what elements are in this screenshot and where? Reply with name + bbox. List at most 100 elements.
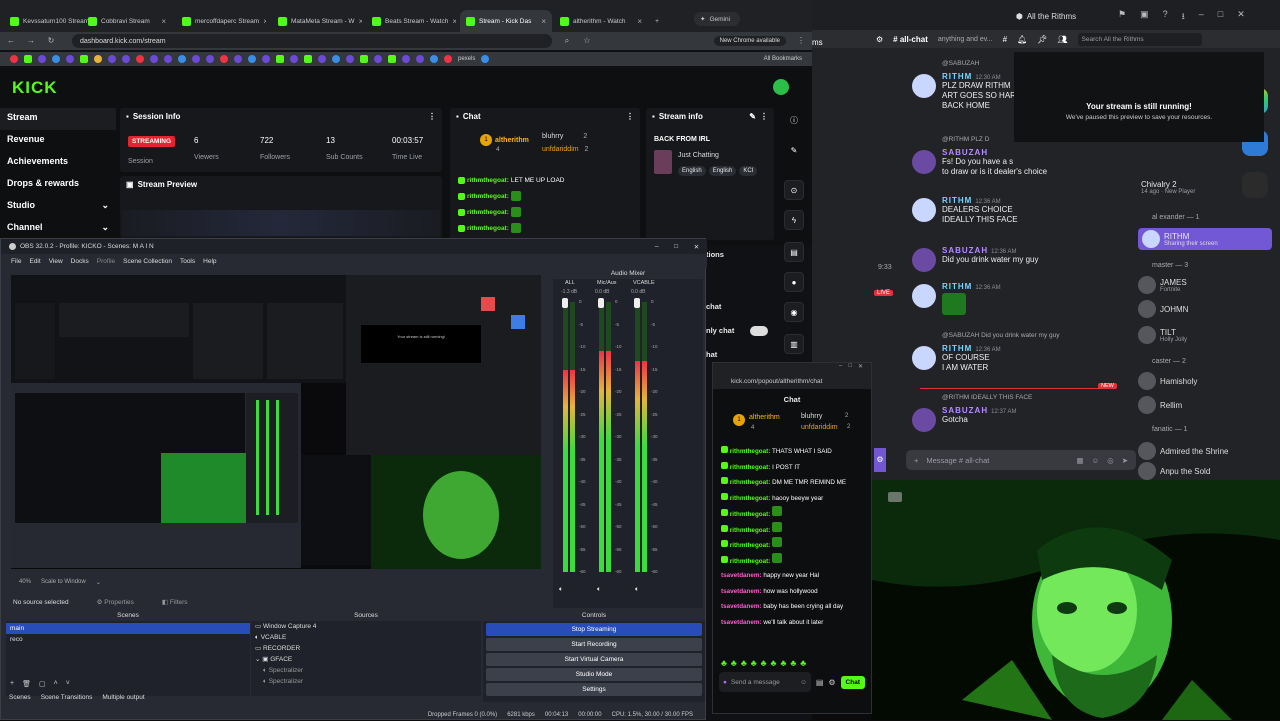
emote-icon[interactable]: ♣ <box>721 658 727 668</box>
forward-icon[interactable]: → <box>26 36 36 46</box>
emote-icon[interactable]: ♣ <box>741 658 747 668</box>
avatar[interactable] <box>773 79 789 95</box>
bookmark-icon[interactable] <box>66 55 74 63</box>
bookmark-icon[interactable] <box>360 55 368 63</box>
avatar[interactable] <box>912 74 936 98</box>
gift-icon[interactable]: ▦ <box>1076 456 1083 465</box>
inventory-icon[interactable]: ▤ <box>816 678 824 687</box>
bookmark-icon[interactable] <box>94 55 102 63</box>
chat-input[interactable]: ● Send a message ☺ <box>719 672 811 692</box>
nav-revenue[interactable]: Revenue <box>0 130 116 152</box>
emoji-icon[interactable]: ☺ <box>800 679 807 686</box>
menu-icon[interactable]: ⋮ <box>796 36 806 46</box>
bookmark-icon[interactable] <box>164 55 172 63</box>
all-bookmarks[interactable]: All Bookmarks <box>764 56 802 62</box>
member-item[interactable]: Rellim <box>1138 396 1182 414</box>
new-tab-button[interactable]: + <box>650 10 664 32</box>
mute-icon[interactable]: 🔈︎ <box>597 586 601 594</box>
search-input[interactable]: Search All the Rithms <box>1077 32 1202 46</box>
emote-icon[interactable]: ♣ <box>780 658 786 668</box>
volume-fader[interactable] <box>634 298 640 308</box>
lightning-icon[interactable]: ϟ <box>784 210 804 230</box>
close-icon[interactable]: × <box>452 17 456 26</box>
volume-fader[interactable] <box>598 298 604 308</box>
bookmark-icon[interactable] <box>332 55 340 63</box>
member-item[interactable]: JAMES Fortnite <box>1138 276 1187 294</box>
close-icon[interactable]: × <box>541 17 546 26</box>
browser-tab-3[interactable]: MataMeta Stream - W × <box>272 10 362 32</box>
emote-icon[interactable]: ♣ <box>751 658 757 668</box>
close-icon[interactable]: × <box>637 17 642 26</box>
send-icon[interactable]: ➤ <box>1122 456 1128 465</box>
emote-icon[interactable]: ♣ <box>771 658 777 668</box>
toggle-switch[interactable] <box>750 326 768 336</box>
member-item[interactable]: JOHMN <box>1138 300 1188 318</box>
more-icon[interactable]: ⋮ <box>428 112 436 121</box>
help-icon[interactable]: ? <box>1163 9 1168 25</box>
maximize-icon[interactable]: □ <box>1218 9 1223 25</box>
threads-icon[interactable]: ⚙ <box>876 35 883 44</box>
browser-tab-0[interactable]: Kevssaturn100 Stream× <box>4 10 90 32</box>
bookmark-icon[interactable] <box>416 55 424 63</box>
bookmark-icon[interactable] <box>304 55 312 63</box>
tag[interactable]: English <box>708 166 737 176</box>
trash-icon[interactable]: 🗑︎ <box>22 680 31 688</box>
maximize-icon[interactable]: □ <box>674 243 678 251</box>
emote-icon[interactable]: ♣ <box>800 658 806 668</box>
nav-studio[interactable]: Studio ⌄ <box>0 196 116 218</box>
members-icon[interactable]: 👥︎ <box>1057 35 1067 44</box>
sticker-icon[interactable]: ◎ <box>1107 456 1114 465</box>
chevron-down-icon[interactable]: ⌄ <box>96 579 101 586</box>
close-icon[interactable]: × <box>263 17 266 26</box>
source-item[interactable]: 🔈︎ Spectralizer <box>251 665 481 676</box>
mute-icon[interactable]: 🔈︎ <box>559 586 563 594</box>
studio-mode-button[interactable]: Studio Mode <box>486 668 702 681</box>
reload-icon[interactable]: ↻ <box>46 36 56 46</box>
nav-stream[interactable]: Stream <box>0 108 116 130</box>
bookmark-icon[interactable] <box>206 55 214 63</box>
maximize-icon[interactable]: □ <box>848 363 852 375</box>
save-icon[interactable]: ▥ <box>784 334 804 354</box>
bookmark-icon[interactable] <box>192 55 200 63</box>
tag[interactable]: KCI <box>739 166 758 176</box>
zoom-icon[interactable]: ⌕ <box>562 36 572 46</box>
source-item[interactable]: 🔈︎ Spectralizer <box>251 676 481 687</box>
member-item[interactable]: RITHM Sharing their screen <box>1138 228 1272 250</box>
filter-icon[interactable]: ▢ <box>39 680 46 688</box>
bookmark-icon[interactable] <box>234 55 242 63</box>
avatar[interactable] <box>912 248 936 272</box>
bookmark-icon[interactable] <box>262 55 270 63</box>
browser-tab-5[interactable]: Stream - Kick Das × <box>460 10 552 32</box>
filters-button[interactable]: ◧ Filters <box>162 598 188 606</box>
inbox-icon[interactable]: ⚑ <box>1118 9 1126 25</box>
bookmark-icon[interactable] <box>346 55 354 63</box>
avatar[interactable] <box>912 198 936 222</box>
member-item[interactable]: TILT Holly Jolly <box>1138 326 1187 344</box>
bookmark-icon[interactable] <box>374 55 382 63</box>
mute-icon[interactable]: 🔈︎ <box>635 586 639 594</box>
settings-icon[interactable]: ⚙ <box>874 448 886 472</box>
bookmark-icon[interactable] <box>10 55 18 63</box>
avatar[interactable] <box>912 346 936 370</box>
browser-tab-6[interactable]: altherithm - Watch × <box>554 10 648 32</box>
settings-button[interactable]: Settings <box>486 683 702 696</box>
menu-help[interactable]: Help <box>203 258 216 265</box>
action-item[interactable]: chat <box>706 302 721 311</box>
close-icon[interactable]: ✕ <box>694 243 699 251</box>
bookmark-icon[interactable] <box>430 55 438 63</box>
app-icon[interactable] <box>1242 172 1268 198</box>
bookmark-icon[interactable] <box>122 55 130 63</box>
tag[interactable]: English <box>678 166 706 176</box>
member-item[interactable]: Hamisholy <box>1138 372 1197 390</box>
arrow-up-icon[interactable]: ˄ <box>54 680 58 688</box>
avatar[interactable] <box>912 150 936 174</box>
new-chrome-badge[interactable]: New Chrome available <box>713 36 786 46</box>
screen-icon[interactable]: ▣ <box>1140 9 1149 25</box>
bookmark-icon[interactable] <box>388 55 396 63</box>
menu-profile[interactable]: Profile <box>97 258 115 265</box>
source-item[interactable]: 🔈︎ VCABLE <box>251 632 481 643</box>
back-icon[interactable]: ← <box>6 36 16 46</box>
start-virtual-camera-button[interactable]: Start Virtual Camera <box>486 653 702 666</box>
browser-tab-1[interactable]: Cobbravi Stream × <box>82 10 172 32</box>
scene-item[interactable]: main <box>6 623 250 634</box>
